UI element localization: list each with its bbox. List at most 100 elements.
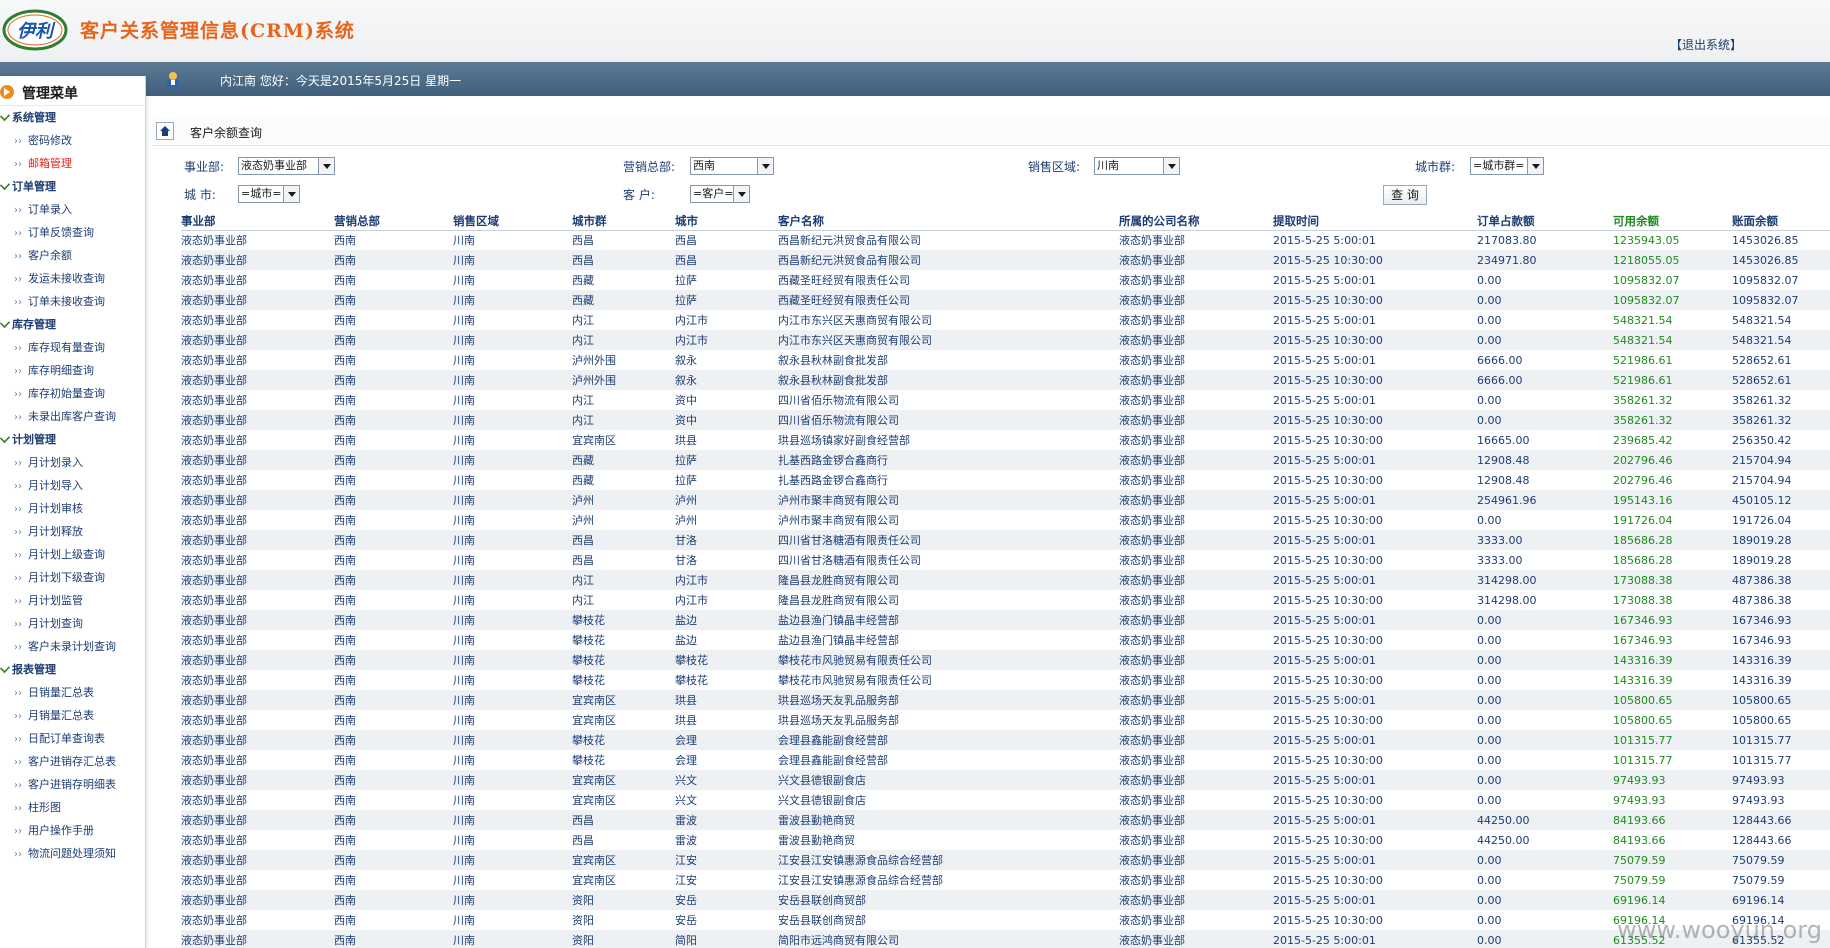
- menu-title: 管理菜单: [22, 86, 78, 102]
- menu-group-label: 系统管理: [12, 111, 56, 124]
- table-cell: 75079.59: [1613, 850, 1732, 870]
- app-header: 伊利 客户关系管理信息(CRM)系统 【退出系统】: [0, 0, 1830, 62]
- table-row: 液态奶事业部 西南 川南 泸州外围 叙永 叙永县秋林副食批发部 液态奶事业部 2015-5-2…: [181, 350, 1830, 370]
- sidebar-item[interactable]: ›› 库存初始量查询: [0, 382, 145, 405]
- check-icon: [0, 179, 11, 191]
- sidebar-item[interactable]: ›› 发运未接收查询: [0, 267, 145, 290]
- sidebar-item[interactable]: ›› 客户进销存汇总表: [0, 750, 145, 773]
- table-cell: 安岳县联创商贸部: [778, 914, 866, 927]
- table-cell: 西藏: [572, 474, 594, 487]
- sidebar-item-label: 客户进销存汇总表: [28, 755, 116, 768]
- table-cell: 川南: [453, 610, 572, 630]
- sidebar-item[interactable]: ›› 物流问题处理须知: [0, 842, 145, 865]
- column-header: 销售区域: [453, 213, 572, 231]
- table-cell: 75079.59: [1732, 873, 1785, 887]
- table-row: 液态奶事业部 西南 川南 内江 资中 四川省佰乐物流有限公司 液态奶事业部 2015-5-25…: [181, 410, 1830, 430]
- chevron-down-icon: [283, 186, 299, 202]
- sales-hq-select[interactable]: 西南: [690, 157, 774, 175]
- sidebar-item[interactable]: ›› 月计划导入: [0, 474, 145, 497]
- sidebar-item[interactable]: ›› 客户余额: [0, 244, 145, 267]
- table-cell: 川南: [453, 394, 475, 407]
- sidebar-item[interactable]: ›› 月计划录入: [0, 451, 145, 474]
- sidebar-item[interactable]: ›› 未录出库客户查询: [0, 405, 145, 428]
- table-cell: 105800.65: [1613, 713, 1673, 727]
- business-select-value: 液态奶事业部: [241, 159, 307, 172]
- sidebar-item[interactable]: ›› 月计划下级查询: [0, 566, 145, 589]
- table-cell: 189019.28: [1732, 530, 1830, 550]
- menu-group-title[interactable]: 订单管理: [0, 175, 145, 198]
- sidebar-item-label: 日配订单查询表: [28, 732, 105, 745]
- customer-select[interactable]: =客户=: [690, 185, 750, 203]
- sidebar-item[interactable]: ›› 月计划查询: [0, 612, 145, 635]
- table-cell: 358261.32: [1732, 393, 1792, 407]
- menu-group-title[interactable]: 系统管理: [0, 106, 145, 129]
- double-chevron-icon: ››: [14, 228, 22, 239]
- table-cell: 1095832.07: [1613, 290, 1732, 310]
- table-cell: 西南: [334, 234, 356, 248]
- sidebar-item-label: 订单未接收查询: [28, 295, 105, 308]
- sidebar-item[interactable]: ›› 客户进销存明细表: [0, 773, 145, 796]
- watermark-text: www.wooyun.org: [1617, 916, 1822, 944]
- table-cell: 四川省佰乐物流有限公司: [778, 394, 899, 407]
- sidebar-item[interactable]: ›› 订单反馈查询: [0, 221, 145, 244]
- table-cell: 隆昌县龙胜商贸有限公司: [778, 570, 1119, 590]
- sidebar-item[interactable]: ›› 库存明细查询: [0, 359, 145, 382]
- table-cell: 泸州: [572, 490, 675, 510]
- column-header: 城市: [675, 213, 778, 231]
- table-cell: 2015-5-25 5:00:01: [1273, 273, 1376, 287]
- check-icon: [0, 110, 11, 122]
- double-chevron-icon: ››: [14, 297, 22, 308]
- sidebar-item[interactable]: ›› 月计划监管: [0, 589, 145, 612]
- sidebar-item[interactable]: ›› 月销量汇总表: [0, 704, 145, 727]
- table-cell: 143316.39: [1732, 650, 1830, 670]
- table-cell: 攀枝花: [572, 650, 675, 670]
- customer-select-value: =客户=: [693, 187, 734, 200]
- sidebar-item[interactable]: ›› 客户未录计划查询: [0, 635, 145, 658]
- table-cell: 143316.39: [1732, 673, 1792, 687]
- table-cell: 西南: [334, 330, 453, 350]
- sidebar-item[interactable]: ›› 邮箱管理: [0, 152, 145, 175]
- menu-group-title[interactable]: 库存管理: [0, 313, 145, 336]
- double-chevron-icon: ››: [14, 504, 22, 515]
- sidebar-item[interactable]: ›› 日配订单查询表: [0, 727, 145, 750]
- table-cell: 安岳县联创商贸部: [778, 890, 1119, 910]
- table-cell: 西南: [334, 690, 453, 710]
- sidebar-item[interactable]: ›› 订单录入: [0, 198, 145, 221]
- sales-region-select[interactable]: 川南: [1094, 157, 1180, 175]
- menu-group-title[interactable]: 计划管理: [0, 428, 145, 451]
- table-cell: 75079.59: [1732, 850, 1830, 870]
- table-cell: 西南: [334, 810, 453, 830]
- sidebar-item[interactable]: ›› 月计划释放: [0, 520, 145, 543]
- table-cell: 液态奶事业部: [1119, 690, 1273, 710]
- menu-group-title[interactable]: 报表管理: [0, 658, 145, 681]
- sidebar-item[interactable]: ›› 订单未接收查询: [0, 290, 145, 313]
- table-cell: 2015-5-25 10:30:00: [1273, 370, 1477, 390]
- table-cell: 川南: [453, 290, 572, 310]
- sidebar-item-label: 密码修改: [28, 134, 72, 147]
- table-cell: 液态奶事业部: [1119, 570, 1273, 590]
- business-select[interactable]: 液态奶事业部: [238, 157, 335, 175]
- city-group-select[interactable]: =城市群=: [1470, 157, 1544, 175]
- sidebar-item[interactable]: ›› 库存现有量查询: [0, 336, 145, 359]
- table-cell: 液态奶事业部: [1119, 250, 1273, 270]
- logout-link[interactable]: 【退出系统】: [1670, 36, 1742, 53]
- table-cell: 1218055.05: [1613, 250, 1732, 270]
- sidebar-item[interactable]: ›› 月计划上级查询: [0, 543, 145, 566]
- sidebar-item[interactable]: ›› 密码修改: [0, 129, 145, 152]
- table-row: 液态奶事业部 西南 川南 攀枝花 盐边 盐边县渔门镇晶丰经营部 液态奶事业部 2015-5-2…: [181, 610, 1830, 630]
- table-row: 液态奶事业部 西南 川南 资阳 简阳 简阳市远鸿商贸有限公司 液态奶事业部 2015-5-25…: [181, 930, 1830, 948]
- table-cell: 液态奶事业部: [181, 754, 247, 767]
- table-cell: 528652.61: [1732, 370, 1830, 390]
- sidebar-item[interactable]: ›› 用户操作手册: [0, 819, 145, 842]
- table-cell: 2015-5-25 5:00:01: [1273, 530, 1477, 550]
- double-chevron-icon: ››: [14, 458, 22, 469]
- sidebar-item-label: 月计划查询: [28, 617, 83, 630]
- sidebar-item[interactable]: ›› 日销量汇总表: [0, 681, 145, 704]
- sidebar-item[interactable]: ›› 柱形图: [0, 796, 145, 819]
- home-icon[interactable]: [156, 122, 174, 140]
- sidebar-item[interactable]: ›› 月计划审核: [0, 497, 145, 520]
- city-select[interactable]: =城市=: [238, 185, 300, 203]
- query-button[interactable]: 查 询: [1383, 185, 1427, 205]
- table-cell: 西南: [334, 570, 453, 590]
- double-chevron-icon: ››: [14, 159, 22, 170]
